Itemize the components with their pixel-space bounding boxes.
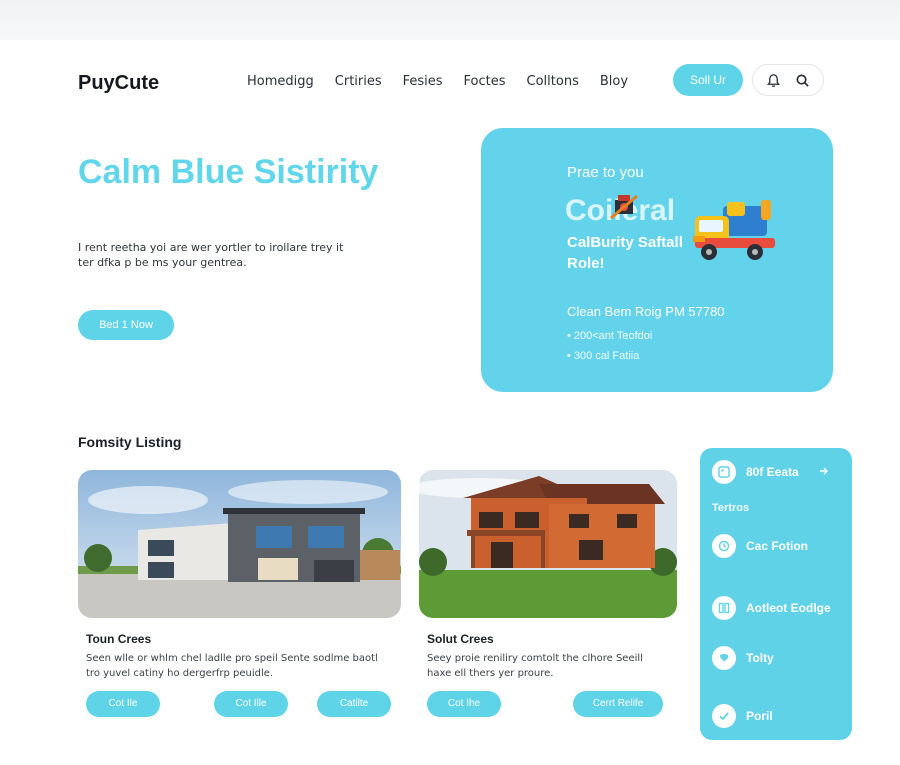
sidebar-top-item[interactable]: 80f Eeata bbox=[712, 460, 829, 484]
promo-list-item: • 200<ant Teofdoi bbox=[567, 330, 653, 342]
sidebar-item-label: Poril bbox=[746, 709, 773, 723]
listing-description-2: Seey proie reniliry comtolt the clhore S… bbox=[427, 653, 643, 679]
sidebar-item-2[interactable]: Aotleot Eodlge bbox=[712, 596, 831, 620]
nav-cta-button[interactable]: Soll Ur bbox=[673, 64, 743, 96]
listing-title-2[interactable]: Solut Crees bbox=[427, 632, 494, 646]
image-icon bbox=[712, 460, 736, 484]
promo-info: Clean Bem Roig PM 57780 bbox=[567, 304, 725, 319]
hero-title: Calm Blue Sistirity bbox=[78, 153, 379, 191]
sidebar-item-label: Aotleot Eodlge bbox=[746, 601, 831, 615]
listing-1-button-1[interactable]: Cot Ile bbox=[86, 691, 160, 717]
nav-link-5[interactable]: Colltons bbox=[527, 74, 579, 89]
nav-link-3[interactable]: Fesies bbox=[403, 74, 443, 89]
promo-list-item: • 300 cal Fatiia bbox=[567, 350, 640, 362]
bell-icon[interactable] bbox=[766, 73, 781, 88]
listing-title-1[interactable]: Toun Crees bbox=[86, 632, 151, 646]
hero-description: I rent reetha yoi are wer yortler to iro… bbox=[78, 241, 344, 269]
chat-icon bbox=[712, 646, 736, 670]
section-title: Fomsity Listing bbox=[78, 434, 182, 450]
listing-description-1: Seen wlle or whlm chel ladlle pro speil … bbox=[86, 653, 378, 679]
sidebar-panel: 80f Eeata Tertros Cac Fotion Aotleot Eod… bbox=[700, 448, 852, 740]
sidebar-item-label: Tolty bbox=[746, 651, 774, 665]
nav-link-1[interactable]: Homedigg bbox=[247, 74, 314, 89]
nav-link-6[interactable]: Bloy bbox=[600, 74, 628, 89]
sidebar-item-label: Cac Fotion bbox=[746, 539, 808, 553]
promo-heading: Prae to you bbox=[567, 164, 644, 181]
brand-logo[interactable]: PuyCute bbox=[78, 72, 159, 95]
sidebar-heading: Tertros bbox=[712, 502, 750, 514]
listing-2-button-1[interactable]: Cot Ihe bbox=[427, 691, 501, 717]
grid-icon bbox=[712, 596, 736, 620]
sidebar-item-3[interactable]: Tolty bbox=[712, 646, 774, 670]
listing-image-modern-house[interactable] bbox=[78, 470, 401, 618]
sidebar-top-label: 80f Eeata bbox=[746, 465, 799, 479]
hero-cta-button[interactable]: Bed 1 Now bbox=[78, 310, 174, 340]
main-nav: Homedigg Crtiries Fesies Foctes Colltons… bbox=[247, 74, 649, 89]
search-icon[interactable] bbox=[795, 73, 810, 88]
tool-illustration bbox=[609, 192, 641, 227]
top-browser-band bbox=[0, 0, 900, 40]
clock-icon bbox=[712, 534, 736, 558]
arrow-right-icon bbox=[819, 465, 829, 479]
nav-icon-group bbox=[752, 64, 824, 96]
listing-1-button-3[interactable]: Catilte bbox=[317, 691, 391, 717]
check-icon bbox=[712, 704, 736, 728]
nav-link-2[interactable]: Crtiries bbox=[335, 74, 382, 89]
listing-image-brick-house[interactable] bbox=[419, 470, 677, 618]
promo-card[interactable]: Prae to you Coileral CalBurity Saftall R… bbox=[481, 128, 833, 392]
sidebar-item-4[interactable]: Poril bbox=[712, 704, 773, 728]
promo-list: • 200<ant Teofdoi • 300 cal Fatiia bbox=[567, 326, 652, 366]
listing-2-button-2[interactable]: Cerrt Relife bbox=[573, 691, 663, 717]
nav-link-4[interactable]: Foctes bbox=[464, 74, 506, 89]
listing-1-button-2[interactable]: Cot Ille bbox=[214, 691, 288, 717]
truck-illustration bbox=[687, 198, 783, 275]
promo-subtitle: CalBurity Saftall Role! bbox=[567, 234, 683, 272]
sidebar-item-1[interactable]: Cac Fotion bbox=[712, 534, 808, 558]
